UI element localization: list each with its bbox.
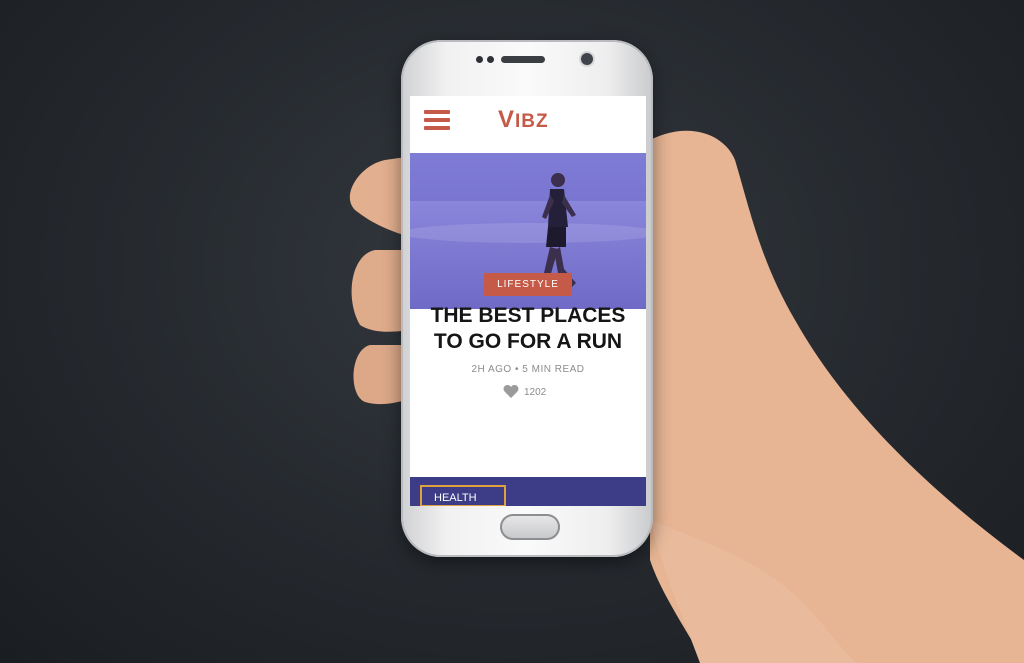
earpiece-speaker — [501, 56, 545, 63]
smartphone: VIBZ LIFESTYLE THE BEST PLACES TO GO FOR… — [401, 40, 653, 557]
article-title[interactable]: THE BEST PLACES TO GO FOR A RUN — [420, 303, 636, 355]
likes-count: 1202 — [524, 386, 547, 398]
phone-scene: VIBZ LIFESTYLE THE BEST PLACES TO GO FOR… — [0, 0, 1024, 663]
app-header: VIBZ — [410, 96, 646, 152]
hamburger-menu-icon[interactable] — [424, 110, 450, 132]
sensor-dot — [487, 56, 494, 63]
home-button[interactable] — [500, 514, 560, 540]
next-article-card[interactable]: HEALTH — [410, 477, 646, 506]
heart-icon[interactable] — [503, 385, 519, 399]
front-camera — [581, 53, 593, 65]
app-logo[interactable]: VIBZ — [498, 106, 549, 134]
article-meta: 2H AGO • 5 MIN READ — [410, 364, 646, 375]
next-category-tag[interactable]: HEALTH — [420, 485, 506, 506]
read-time: 5 MIN READ — [522, 364, 585, 375]
time-ago: 2H AGO — [471, 364, 512, 375]
sensor-dot — [476, 56, 483, 63]
category-tag[interactable]: LIFESTYLE — [484, 273, 572, 296]
likes-counter[interactable]: 1202 — [503, 385, 546, 399]
phone-screen: VIBZ LIFESTYLE THE BEST PLACES TO GO FOR… — [410, 96, 646, 506]
